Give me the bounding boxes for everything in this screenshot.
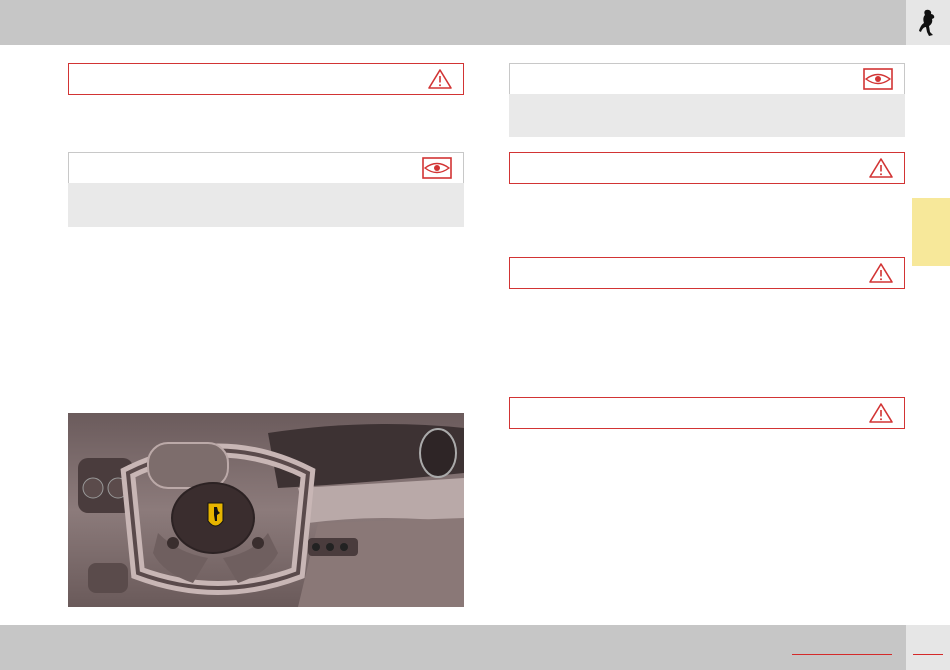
info-box-right-1-body — [509, 94, 905, 137]
warning-box-right-3 — [509, 397, 905, 429]
chapter-tab[interactable] — [912, 198, 950, 266]
prancing-horse-logo-icon — [919, 9, 935, 36]
warning-box-left-1 — [68, 63, 464, 95]
eye-icon — [863, 68, 893, 90]
warning-triangle-icon — [869, 263, 893, 283]
eye-icon — [422, 157, 452, 179]
footer-page-number[interactable] — [913, 654, 943, 655]
brand-logo-box — [906, 0, 950, 45]
warning-triangle-icon — [869, 403, 893, 423]
warning-triangle-icon — [869, 158, 893, 178]
info-box-left-1-header — [68, 152, 464, 184]
footer-page-box — [906, 625, 950, 670]
warning-box-right-2 — [509, 257, 905, 289]
header-bar — [0, 0, 906, 45]
warning-box-right-1 — [509, 152, 905, 184]
steering-wheel-image — [68, 413, 464, 607]
info-box-left-1-body — [68, 183, 464, 227]
footer-link[interactable] — [792, 654, 892, 655]
warning-triangle-icon — [428, 69, 452, 89]
dashboard-photo — [68, 413, 464, 607]
info-box-right-1-header — [509, 63, 905, 95]
footer-bar — [0, 625, 906, 670]
